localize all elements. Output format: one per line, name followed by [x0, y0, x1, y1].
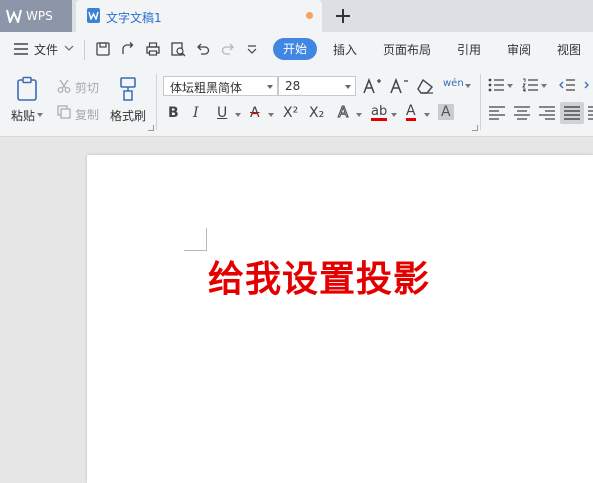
page-margin-corner-mark: [184, 228, 207, 251]
paste-icon[interactable]: [16, 76, 40, 102]
document-tab-label: 文字文稿1: [106, 11, 162, 25]
increase-indent-icon[interactable]: [584, 78, 593, 92]
numbered-list-icon[interactable]: [522, 78, 538, 92]
phonetic-guide-icon[interactable]: wén: [443, 76, 464, 92]
italic-button[interactable]: I: [193, 105, 199, 121]
clear-formatting-eraser-icon[interactable]: [415, 77, 435, 95]
highlight-dropdown-arrow[interactable]: [391, 113, 397, 117]
clipboard-dialog-launcher-icon[interactable]: [148, 125, 154, 131]
new-tab-plus-icon[interactable]: [333, 6, 353, 26]
bullet-list-dropdown-arrow[interactable]: [507, 84, 513, 88]
numbered-list-dropdown-arrow[interactable]: [541, 84, 547, 88]
text-effect-dropdown-arrow[interactable]: [356, 113, 362, 117]
tab-review[interactable]: 审阅: [507, 41, 531, 58]
font-dialog-launcher-icon[interactable]: [472, 125, 478, 131]
undo-icon[interactable]: [195, 41, 211, 57]
phonetic-dropdown-arrow[interactable]: [465, 84, 471, 88]
tab-start[interactable]: 开始: [273, 38, 317, 60]
print-icon[interactable]: [145, 41, 161, 57]
bold-button[interactable]: B: [168, 105, 179, 121]
tab-view[interactable]: 视图: [557, 41, 581, 58]
wps-tab-label: WPS: [26, 9, 53, 23]
document-tab[interactable]: 文字文稿1: [76, 0, 322, 32]
text-effect-button[interactable]: A: [337, 104, 348, 121]
paste-button[interactable]: 粘贴: [11, 107, 35, 124]
hamburger-menu-icon[interactable]: [14, 43, 28, 55]
paste-dropdown-arrow[interactable]: [37, 113, 43, 117]
shrink-font-icon[interactable]: [389, 77, 409, 95]
document-page[interactable]: 给我设置投影: [87, 155, 593, 483]
align-center-icon[interactable]: [514, 106, 530, 120]
subscript-button[interactable]: X₂: [309, 105, 324, 121]
divider: [480, 74, 481, 130]
underline-dropdown-arrow[interactable]: [235, 113, 241, 117]
align-right-icon[interactable]: [539, 106, 555, 120]
wps-home-tab[interactable]: WPS: [0, 0, 72, 32]
font-color-button[interactable]: A: [406, 104, 416, 121]
align-justify-icon: [564, 106, 580, 120]
divider: [84, 40, 85, 60]
cut-icon[interactable]: [57, 79, 71, 93]
strikethrough-dropdown-arrow[interactable]: [268, 113, 274, 117]
tab-page-layout[interactable]: 页面布局: [383, 41, 431, 58]
chevron-down-icon[interactable]: [64, 45, 74, 52]
font-name-select[interactable]: 体坛粗黑简体: [163, 76, 278, 96]
file-menu[interactable]: 文件: [34, 41, 58, 58]
format-painter-button[interactable]: 格式刷: [110, 107, 146, 124]
font-size-dropdown-arrow: [345, 85, 351, 89]
unsaved-dot-icon: [306, 12, 313, 19]
tab-insert[interactable]: 插入: [333, 41, 357, 58]
document-workspace: 给我设置投影: [0, 137, 593, 483]
tab-references[interactable]: 引用: [457, 41, 481, 58]
justify-button[interactable]: [560, 102, 584, 124]
cut-button[interactable]: 剪切: [75, 79, 99, 96]
highlight-button[interactable]: ab: [371, 105, 388, 121]
font-name-value: 体坛粗黑简体: [170, 81, 243, 95]
decrease-indent-icon[interactable]: [559, 78, 575, 92]
grow-font-icon[interactable]: [362, 77, 382, 95]
share-icon[interactable]: [120, 41, 136, 57]
customize-quick-access-icon[interactable]: [246, 41, 258, 57]
font-color-dropdown-arrow[interactable]: [424, 113, 430, 117]
ribbon-toolbar: 粘贴 剪切 复制 格式刷 体坛粗黑简体 28 wén B I U A X² X₂…: [0, 68, 593, 137]
title-tab-bar: WPS 文字文稿1: [0, 0, 593, 32]
print-preview-icon[interactable]: [170, 41, 186, 57]
superscript-button[interactable]: X²: [283, 105, 298, 121]
redo-icon[interactable]: [220, 41, 236, 57]
character-shading-button[interactable]: A: [438, 104, 454, 120]
align-left-icon[interactable]: [489, 106, 505, 120]
menu-row: 文件 开始 插入 页面布局 引用 审阅 视图: [0, 32, 593, 68]
divider: [156, 74, 157, 130]
font-size-value: 28: [285, 79, 301, 93]
font-name-dropdown-arrow: [267, 85, 273, 89]
writer-doc-icon: [87, 8, 100, 23]
bullet-list-icon[interactable]: [488, 78, 504, 92]
save-icon[interactable]: [95, 41, 111, 57]
strikethrough-button[interactable]: A: [250, 105, 260, 121]
document-body-text[interactable]: 给我设置投影: [208, 256, 430, 304]
copy-icon[interactable]: [57, 105, 71, 119]
format-painter-icon[interactable]: [117, 76, 139, 102]
underline-button[interactable]: U: [217, 105, 227, 121]
copy-button[interactable]: 复制: [75, 106, 99, 123]
font-size-select[interactable]: 28: [278, 76, 356, 96]
distributed-align-icon[interactable]: [588, 106, 593, 120]
wps-logo-icon: [6, 9, 22, 23]
